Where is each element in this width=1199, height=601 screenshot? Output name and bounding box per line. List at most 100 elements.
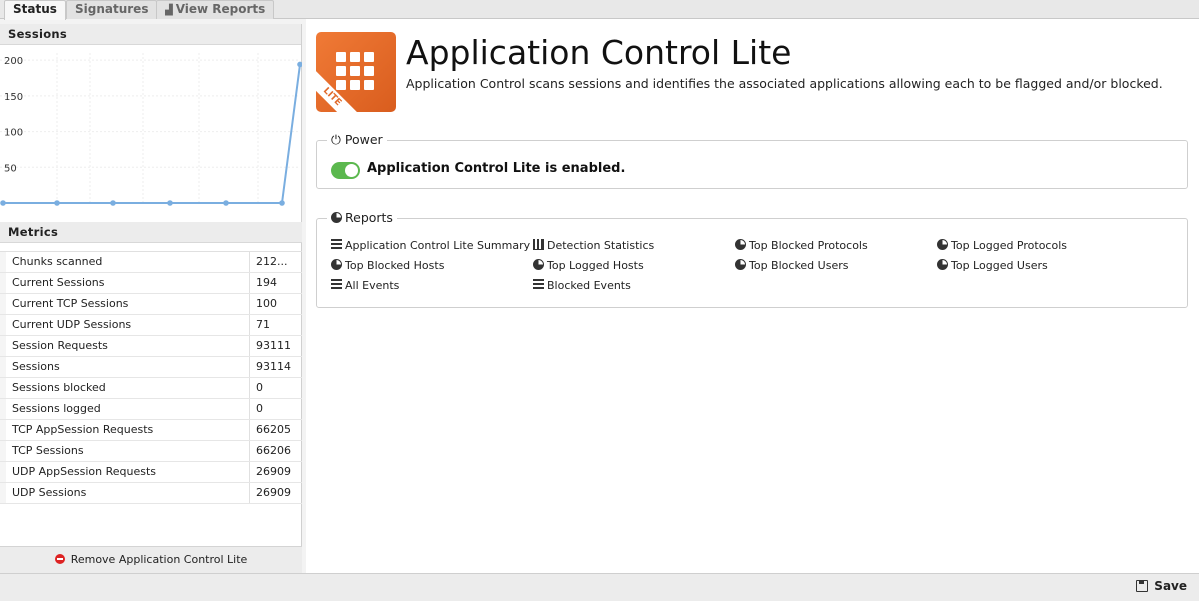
reports-section: Reports Application Control Lite Summary… [316, 210, 1188, 308]
report-link[interactable]: Top Blocked Users [735, 259, 848, 272]
y-tick-label: 100 [4, 128, 23, 139]
metric-name: Current UDP Sessions [0, 315, 250, 335]
report-link[interactable]: Top Blocked Hosts [331, 259, 444, 272]
report-link[interactable]: Top Logged Hosts [533, 259, 644, 272]
metric-name: Current TCP Sessions [0, 294, 250, 314]
data-point [54, 200, 60, 206]
metric-name: Session Requests [0, 336, 250, 356]
tab-label: Signatures [75, 2, 149, 16]
data-point [167, 200, 173, 206]
pie-chart-icon [331, 259, 342, 270]
report-link[interactable]: Top Blocked Protocols [735, 239, 868, 252]
tab-label: Status [13, 2, 57, 16]
metric-value: 66205 [256, 423, 291, 436]
remove-app-button[interactable]: Remove Application Control Lite [0, 546, 302, 573]
pie-chart-icon [937, 239, 948, 250]
app-description: Application Control scans sessions and i… [406, 76, 1163, 91]
sessions-chart: 2001501005009:59:4510:00:0010:00:1510:00… [0, 45, 302, 222]
pie-chart-icon [533, 259, 544, 270]
metric-row: Sessions logged 0 [0, 399, 302, 420]
tab-signatures[interactable]: Signatures [66, 0, 158, 19]
report-link[interactable]: Application Control Lite Summary [331, 239, 530, 252]
data-point [223, 200, 229, 206]
data-point [110, 200, 116, 206]
bottom-toolbar: Save [0, 573, 1199, 601]
sessions-chart-svg: 2001501005009:59:4510:00:0010:00:1510:00… [0, 53, 302, 206]
metric-value: 26909 [256, 465, 291, 478]
left-panel: Sessions 2001501005009:59:4510:00:0010:0… [0, 24, 302, 573]
power-toggle[interactable] [331, 162, 360, 179]
report-link[interactable]: All Events [331, 279, 399, 292]
area-chart-icon: ▟ [165, 5, 173, 16]
metrics-header: Metrics [0, 222, 302, 243]
pie-chart-icon [331, 212, 342, 223]
pie-chart-icon [735, 239, 746, 250]
metric-name: TCP Sessions [0, 441, 250, 461]
power-legend: ⏻ Power [327, 132, 387, 148]
metric-value: 100 [256, 297, 277, 310]
list-icon [533, 279, 544, 290]
power-section: ⏻ Power Application Control Lite is enab… [316, 132, 1188, 189]
metric-name: Sessions blocked [0, 378, 250, 398]
metric-row: TCP Sessions 66206 [0, 441, 302, 462]
report-link-label: Top Blocked Users [749, 259, 849, 272]
tab-bar: Status Signatures ▟ View Reports [0, 0, 1199, 20]
report-link-label: Top Blocked Hosts [345, 259, 445, 272]
metric-row: Current TCP Sessions 100 [0, 294, 302, 315]
tab-label: View Reports [175, 2, 266, 16]
y-tick-label: 150 [4, 92, 23, 103]
save-icon [1136, 580, 1149, 592]
metric-name: Sessions logged [0, 399, 250, 419]
pie-chart-icon [937, 259, 948, 270]
metric-row: Current Sessions 194 [0, 273, 302, 294]
app-title: Application Control Lite [406, 33, 792, 72]
tab-view-reports[interactable]: ▟ View Reports [156, 0, 275, 19]
metric-row: Session Requests 93111 [0, 336, 302, 357]
sessions-header: Sessions [0, 24, 301, 45]
report-link[interactable]: Top Logged Protocols [937, 239, 1067, 252]
metric-row: UDP Sessions 26909 [0, 483, 302, 504]
metric-name: Chunks scanned [0, 252, 250, 272]
metric-name: UDP Sessions [0, 483, 250, 503]
report-link-label: Blocked Events [547, 279, 631, 292]
y-tick-label: 50 [4, 163, 17, 174]
power-status-text: Application Control Lite is enabled. [367, 161, 626, 176]
data-point [0, 200, 6, 206]
app-logo: LITE [316, 32, 396, 112]
y-tick-label: 200 [4, 56, 23, 67]
app-grid-icon [336, 52, 374, 90]
summary-icon [331, 239, 342, 250]
report-link-label: All Events [345, 279, 400, 292]
save-label: Save [1154, 579, 1187, 593]
pie-chart-icon [735, 259, 746, 270]
report-link[interactable]: Blocked Events [533, 279, 631, 292]
metric-name: Current Sessions [0, 273, 250, 293]
metrics-section: Metrics [0, 222, 302, 243]
tab-status[interactable]: Status [4, 0, 66, 20]
metric-row: TCP AppSession Requests 66205 [0, 420, 302, 441]
metric-row: Sessions blocked 0 [0, 378, 302, 399]
metric-value: 0 [256, 381, 263, 394]
metric-value: 0 [256, 402, 263, 415]
metric-row: Chunks scanned 212... [0, 252, 302, 273]
metric-name: TCP AppSession Requests [0, 420, 250, 440]
remove-icon [54, 554, 65, 564]
metric-row: Sessions 93114 [0, 357, 302, 378]
report-link-label: Detection Statistics [547, 239, 655, 252]
metric-value: 66206 [256, 444, 291, 457]
metrics-table: Chunks scanned 212... Current Sessions 194 C… [0, 251, 302, 504]
metric-value: 26909 [256, 486, 291, 499]
metric-name: UDP AppSession Requests [0, 462, 250, 482]
metric-value: 212... [256, 255, 288, 268]
main-panel: LITE Application Control Lite Applicatio… [306, 19, 1199, 573]
save-button[interactable]: Save [1136, 579, 1187, 593]
power-icon: ⏻ [331, 132, 345, 147]
report-link-label: Top Blocked Protocols [749, 239, 868, 252]
report-link-label: Top Logged Protocols [951, 239, 1067, 252]
report-link[interactable]: Detection Statistics [533, 239, 654, 252]
power-legend-text: Power [344, 132, 383, 147]
metric-value: 194 [256, 276, 277, 289]
report-link-label: Application Control Lite Summary [345, 239, 531, 252]
report-link[interactable]: Top Logged Users [937, 259, 1048, 272]
list-icon [331, 279, 342, 290]
